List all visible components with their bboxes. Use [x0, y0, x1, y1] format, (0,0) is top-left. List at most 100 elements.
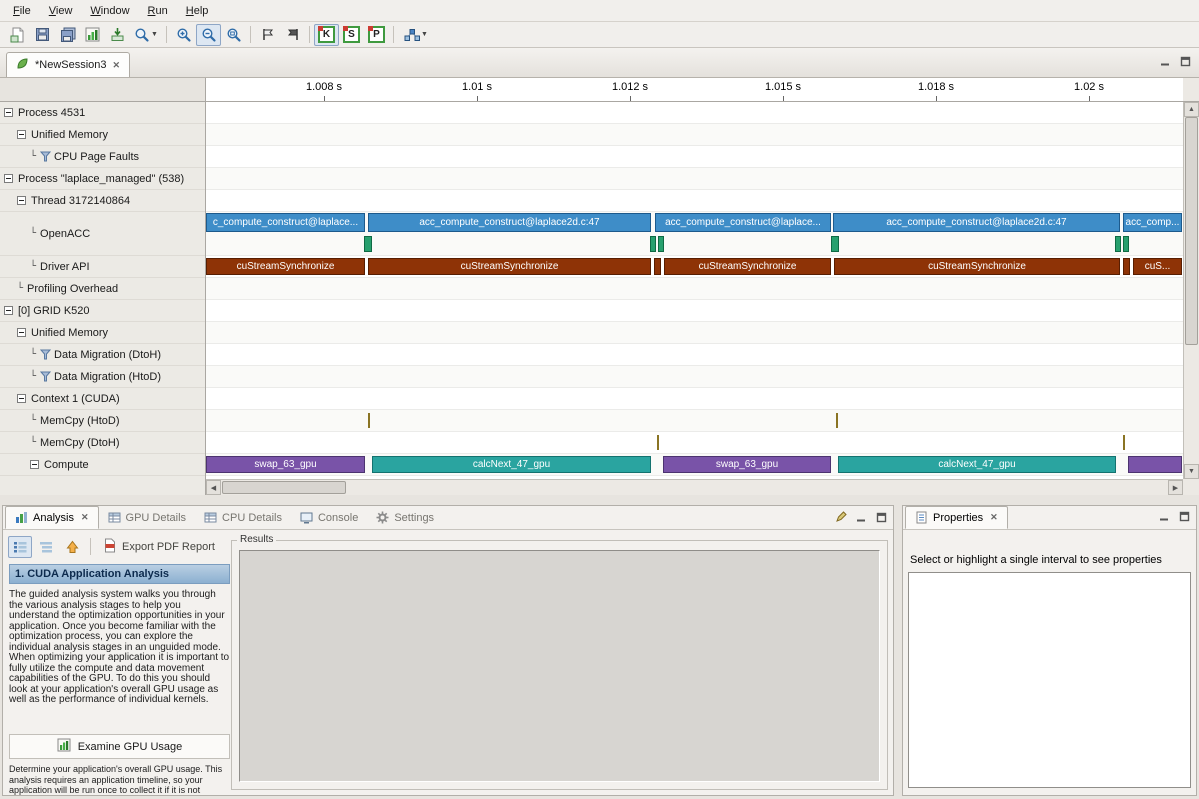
kernel-interval[interactable]: swap_63_gpu [663, 456, 831, 473]
scroll-right-icon[interactable]: ▶ [1168, 480, 1183, 495]
collapse-toggle-icon[interactable] [4, 306, 13, 315]
menu-window[interactable]: Window [81, 2, 138, 20]
maximize-icon[interactable] [1179, 511, 1190, 525]
save-all-button[interactable] [55, 24, 80, 46]
kernel-timeline-toggle[interactable]: K [314, 24, 339, 46]
driver-api-interval[interactable]: cuStreamSynchronize [368, 258, 651, 275]
minimize-icon[interactable] [1159, 511, 1170, 525]
driver-api-interval[interactable] [654, 258, 661, 275]
timeline-lane-cpu-page-faults[interactable] [206, 146, 1183, 168]
vertical-scrollbar[interactable]: ▲ ▼ [1183, 102, 1199, 479]
view-menu-icon[interactable] [835, 511, 847, 526]
timeline-lane-context-1-cuda[interactable] [206, 388, 1183, 410]
openacc-interval[interactable]: c_compute_construct@laplace... [206, 213, 365, 232]
tab-console[interactable]: Console [291, 506, 367, 529]
timeline-lane-memcpy_htod[interactable] [206, 410, 1183, 432]
maximize-icon[interactable] [876, 512, 887, 526]
timeline-lane-unified-memory[interactable] [206, 124, 1183, 146]
driver-api-interval[interactable]: cuStreamSynchronize [664, 258, 831, 275]
collapse-toggle-icon[interactable] [17, 130, 26, 139]
session-tab-close-icon[interactable]: ✕ [113, 60, 121, 71]
memcpy-tick[interactable] [368, 413, 370, 428]
memcpy-tick[interactable] [1123, 435, 1125, 450]
zoom-out-button[interactable] [196, 24, 221, 46]
tree-row-0-grid-k520[interactable]: [0] GRID K520 [0, 300, 205, 322]
timeline-lane-data-migration-htod[interactable] [206, 366, 1183, 388]
openacc-marker[interactable] [1123, 236, 1129, 252]
timeline-lane-thread-3172140864[interactable] [206, 190, 1183, 212]
collapse-toggle-icon[interactable] [4, 108, 13, 117]
tree-row-unified-memory[interactable]: Unified Memory [0, 124, 205, 146]
run-analysis-button[interactable]: ▼ [398, 24, 434, 46]
tab-gpu-details[interactable]: GPU Details [99, 506, 196, 529]
kernel-interval[interactable] [1128, 456, 1182, 473]
openacc-marker[interactable] [1115, 236, 1121, 252]
tree-row-cpu-page-faults[interactable]: └CPU Page Faults [0, 146, 205, 168]
new-session-button[interactable] [5, 24, 30, 46]
prev-marker-button[interactable] [255, 24, 280, 46]
openacc-marker[interactable] [658, 236, 664, 252]
timeline-ruler[interactable]: 1.008 s1.01 s1.012 s1.015 s1.018 s1.02 s [206, 78, 1183, 102]
vscroll-thumb[interactable] [1185, 117, 1198, 345]
menu-help[interactable]: Help [177, 2, 218, 20]
timeline-lane-unified-memory[interactable] [206, 322, 1183, 344]
timeline-lane-driver[interactable]: cuStreamSynchronize cuStreamSynchronize cu… [206, 256, 1183, 278]
back-up-button[interactable] [60, 536, 84, 558]
menu-run[interactable]: Run [139, 2, 177, 20]
timeline-lane-profiling-overhead[interactable] [206, 278, 1183, 300]
unguided-analysis-toggle[interactable] [34, 536, 58, 558]
openacc-interval[interactable]: acc_compute_construct@laplace... [655, 213, 831, 232]
tree-row-process-4531[interactable]: Process 4531 [0, 102, 205, 124]
openacc-marker[interactable] [650, 236, 656, 252]
tree-row-data-migration-dtoh[interactable]: └Data Migration (DtoH) [0, 344, 205, 366]
openacc-interval[interactable]: acc_compute_construct@laplace2d.c:47 [833, 213, 1120, 232]
save-session-button[interactable] [30, 24, 55, 46]
search-dropdown-button[interactable]: ▼ [130, 24, 162, 46]
tree-row-unified-memory[interactable]: Unified Memory [0, 322, 205, 344]
maximize-icon[interactable] [1180, 56, 1191, 70]
kernel-interval[interactable]: swap_63_gpu [206, 456, 365, 473]
collapse-toggle-icon[interactable] [17, 394, 26, 403]
timeline-lane-openacc[interactable]: c_compute_construct@laplace...acc_comput… [206, 212, 1183, 256]
tree-row-data-migration-htod[interactable]: └Data Migration (HtoD) [0, 366, 205, 388]
menu-file[interactable]: File [4, 2, 40, 20]
collapse-toggle-icon[interactable] [4, 174, 13, 183]
collapse-toggle-icon[interactable] [30, 460, 39, 469]
minimize-icon[interactable] [856, 512, 867, 526]
tab-cpu-details[interactable]: CPU Details [195, 506, 291, 529]
driver-api-interval[interactable] [1123, 258, 1130, 275]
process-timeline-toggle[interactable]: P [364, 24, 389, 46]
tree-row-process-laplace-managed-538[interactable]: Process "laplace_managed" (538) [0, 168, 205, 190]
tab-properties[interactable]: Properties ✕ [905, 506, 1008, 529]
tab-settings[interactable]: Settings [367, 506, 443, 529]
timeline-lane-memcpy_dtoh[interactable] [206, 432, 1183, 454]
tab-analysis[interactable]: Analysis✕ [5, 506, 99, 529]
kernel-interval[interactable]: calcNext_47_gpu [372, 456, 651, 473]
tab-close-icon[interactable]: ✕ [990, 512, 998, 523]
openacc-marker[interactable] [831, 236, 839, 252]
openacc-interval[interactable]: acc_comp... [1123, 213, 1182, 232]
timeline-lane-process-4531[interactable] [206, 102, 1183, 124]
tree-row-memcpy-dtoh[interactable]: └MemCpy (DtoH) [0, 432, 205, 454]
tree-row-profiling-overhead[interactable]: └Profiling Overhead [0, 278, 205, 300]
tab-close-icon[interactable]: ✕ [81, 512, 89, 523]
session-tab[interactable]: *NewSession3 ✕ [6, 52, 130, 77]
driver-api-interval[interactable]: cuS... [1133, 258, 1182, 275]
timeline-lane-process-laplace-managed-538[interactable] [206, 168, 1183, 190]
memcpy-tick[interactable] [836, 413, 838, 428]
stream-timeline-toggle[interactable]: S [339, 24, 364, 46]
hscroll-thumb[interactable] [222, 481, 346, 494]
openacc-marker[interactable] [364, 236, 372, 252]
openacc-interval[interactable]: acc_compute_construct@laplace2d.c:47 [368, 213, 651, 232]
tree-row-compute[interactable]: Compute [0, 454, 205, 476]
timeline-lane-0-grid-k520[interactable] [206, 300, 1183, 322]
collapse-toggle-icon[interactable] [17, 328, 26, 337]
zoom-in-button[interactable] [171, 24, 196, 46]
export-button[interactable] [105, 24, 130, 46]
guided-analysis-toggle[interactable] [8, 536, 32, 558]
timeline-lane-data-migration-dtoh[interactable] [206, 344, 1183, 366]
kernel-interval[interactable]: calcNext_47_gpu [838, 456, 1116, 473]
tree-row-openacc[interactable]: └OpenACC [0, 212, 205, 256]
scroll-down-icon[interactable]: ▼ [1184, 464, 1199, 479]
zoom-fit-button[interactable] [221, 24, 246, 46]
